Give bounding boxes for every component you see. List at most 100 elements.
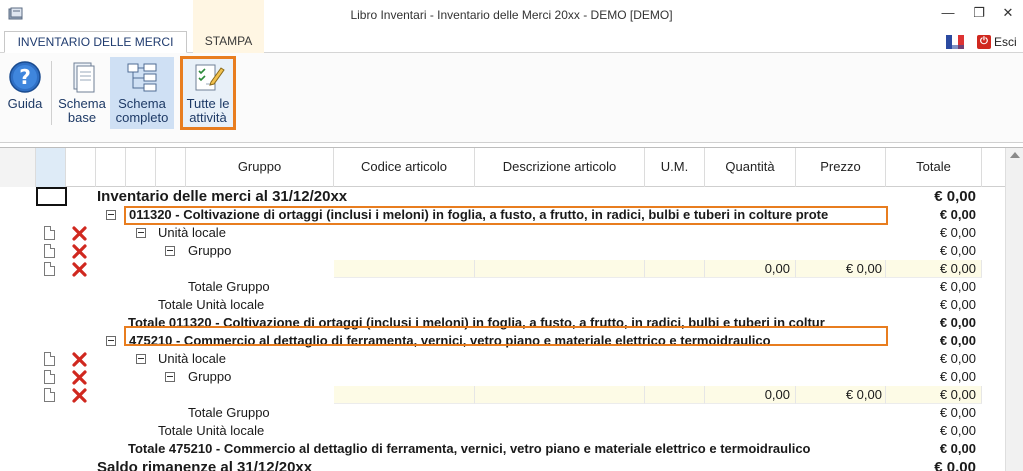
guida-button[interactable]: ? Guida	[4, 57, 46, 129]
vertical-scrollbar[interactable]	[1005, 148, 1023, 471]
descrizione-articolo-cell[interactable]	[475, 386, 645, 404]
table-row[interactable]: 011320 - Coltivazione di ortaggi (inclus…	[0, 206, 1023, 224]
close-button[interactable]: ✕	[997, 4, 1019, 22]
totale-activity-cell: Totale 475210 - Commercio al dettaglio d…	[128, 441, 811, 456]
collapse-icon[interactable]	[106, 336, 116, 346]
tutte-label-2: attività	[189, 110, 227, 125]
esci-button[interactable]: ⏻ Esci	[977, 34, 1017, 50]
column-header-codice-articolo[interactable]: Codice articolo	[334, 148, 475, 187]
document-icon[interactable]	[44, 244, 55, 258]
language-flag-icon[interactable]	[946, 35, 964, 49]
quantita-value: 0,00	[764, 387, 790, 402]
tutte-label-1: Tutte le	[186, 96, 230, 111]
unita-locale-cell: Unità locale	[158, 225, 226, 240]
row-total: € 0,00	[939, 279, 976, 294]
delete-icon[interactable]	[72, 351, 88, 367]
unita-locale-cell: Unità locale	[158, 351, 226, 366]
column-header-quantita[interactable]: Quantità	[705, 148, 796, 187]
totale-gruppo-cell: Totale Gruppo	[188, 405, 270, 420]
collapse-icon[interactable]	[165, 372, 175, 382]
checklist-pencil-icon	[195, 64, 225, 91]
codice-articolo-cell[interactable]	[334, 260, 475, 278]
ribbon-tabstrip: INVENTARIO DELLE MERCI STAMPA	[0, 31, 1023, 53]
row-total: € 0,00	[939, 333, 976, 348]
table-row[interactable]: 0,00 € 0,00 € 0,00	[0, 386, 1023, 404]
row-total: € 0,00	[939, 315, 976, 330]
um-cell[interactable]	[645, 260, 705, 278]
collapse-icon[interactable]	[165, 246, 175, 256]
table-row[interactable]: Saldo rimanenze al 31/12/20xx € 0,00	[0, 458, 1023, 471]
tab-stampa[interactable]: STAMPA	[193, 31, 264, 53]
row-total: € 0,00	[939, 207, 976, 222]
table-row[interactable]: Gruppo € 0,00	[0, 368, 1023, 386]
document-icon[interactable]	[44, 388, 55, 402]
table-row[interactable]: Gruppo € 0,00	[0, 242, 1023, 260]
table-row[interactable]: Totale Gruppo € 0,00	[0, 278, 1023, 296]
column-header-um[interactable]: U.M.	[645, 148, 705, 187]
table-row[interactable]: Unità locale € 0,00	[0, 224, 1023, 242]
document-icon[interactable]	[44, 262, 55, 276]
schema-completo-label-1: Schema	[118, 96, 166, 111]
restore-button[interactable]: ❐	[968, 4, 990, 22]
table-row[interactable]: Inventario delle merci al 31/12/20xx € 0…	[0, 187, 1023, 206]
document-icon[interactable]	[44, 352, 55, 366]
tutte-attivita-button[interactable]: Tutte le attività	[180, 56, 236, 130]
row-total: € 0,00	[939, 405, 976, 420]
table-row[interactable]: Totale 475210 - Commercio al dettaglio d…	[0, 440, 1023, 458]
column-header-descrizione-articolo[interactable]: Descrizione articolo	[475, 148, 645, 187]
table-row[interactable]: 475210 - Commercio al dettaglio di ferra…	[0, 332, 1023, 350]
totale-gruppo-cell: Totale Gruppo	[188, 279, 270, 294]
row-total: € 0,00	[939, 369, 976, 384]
table-row[interactable]: Totale Unità locale € 0,00	[0, 296, 1023, 314]
guida-label: Guida	[7, 96, 43, 111]
table-row[interactable]: 0,00 € 0,00 € 0,00	[0, 260, 1023, 278]
title-bar: Libro Inventari - Inventario delle Merci…	[0, 0, 1023, 31]
schema-base-label-1: Schema	[58, 96, 106, 111]
collapse-icon[interactable]	[136, 228, 146, 238]
document-icon[interactable]	[44, 370, 55, 384]
document-icon[interactable]	[44, 226, 55, 240]
collapse-icon[interactable]	[136, 354, 146, 364]
gruppo-cell: Gruppo	[188, 369, 232, 384]
document-icon	[73, 62, 95, 93]
table-row[interactable]: Totale 011320 - Coltivazione di ortaggi …	[0, 314, 1023, 332]
schema-completo-button[interactable]: Schema completo	[110, 57, 174, 129]
svg-text:?: ?	[19, 65, 31, 89]
row-total: € 0,00	[939, 351, 976, 366]
delete-icon[interactable]	[72, 369, 88, 385]
tree-structure-icon	[127, 63, 157, 92]
column-header-totale[interactable]: Totale	[886, 148, 982, 187]
delete-icon[interactable]	[72, 261, 88, 277]
esci-label: Esci	[994, 35, 1017, 49]
schema-base-button[interactable]: Schema base	[55, 57, 109, 129]
descrizione-articolo-cell[interactable]	[475, 260, 645, 278]
table-row[interactable]: Totale Gruppo € 0,00	[0, 404, 1023, 422]
gruppo-cell: Gruppo	[188, 243, 232, 258]
current-cell-indicator[interactable]	[36, 187, 67, 206]
header-actions-column	[36, 148, 66, 187]
activity-group-cell: 011320 - Coltivazione di ortaggi (inclus…	[129, 207, 829, 222]
tab-inventario-merci[interactable]: INVENTARIO DELLE MERCI	[4, 31, 187, 53]
grid-header: Gruppo Codice articolo Descrizione artic…	[0, 148, 1023, 187]
table-row[interactable]: Unità locale € 0,00	[0, 350, 1023, 368]
ribbon-panel: ? Guida Schema base Schema completo Tutt…	[0, 53, 1023, 143]
row-total: € 0,00	[939, 243, 976, 258]
table-row[interactable]: Totale Unità locale € 0,00	[0, 422, 1023, 440]
header-tree-column-1	[96, 148, 126, 187]
schema-completo-label-2: completo	[115, 110, 169, 125]
row-total: € 0,00	[939, 387, 976, 402]
row-total: € 0,00	[939, 225, 976, 240]
delete-icon[interactable]	[72, 243, 88, 259]
scroll-up-arrow-icon[interactable]	[1010, 152, 1020, 158]
codice-articolo-cell[interactable]	[334, 386, 475, 404]
collapse-icon[interactable]	[106, 210, 116, 220]
delete-icon[interactable]	[72, 225, 88, 241]
um-cell[interactable]	[645, 386, 705, 404]
quantita-value: 0,00	[764, 261, 790, 276]
header-indicator-column	[0, 148, 36, 187]
column-header-prezzo[interactable]: Prezzo	[796, 148, 886, 187]
minimize-button[interactable]: —	[937, 4, 959, 22]
delete-icon[interactable]	[72, 387, 88, 403]
column-header-gruppo[interactable]: Gruppo	[186, 148, 334, 187]
activity-group-cell: 475210 - Commercio al dettaglio di ferra…	[129, 333, 771, 348]
